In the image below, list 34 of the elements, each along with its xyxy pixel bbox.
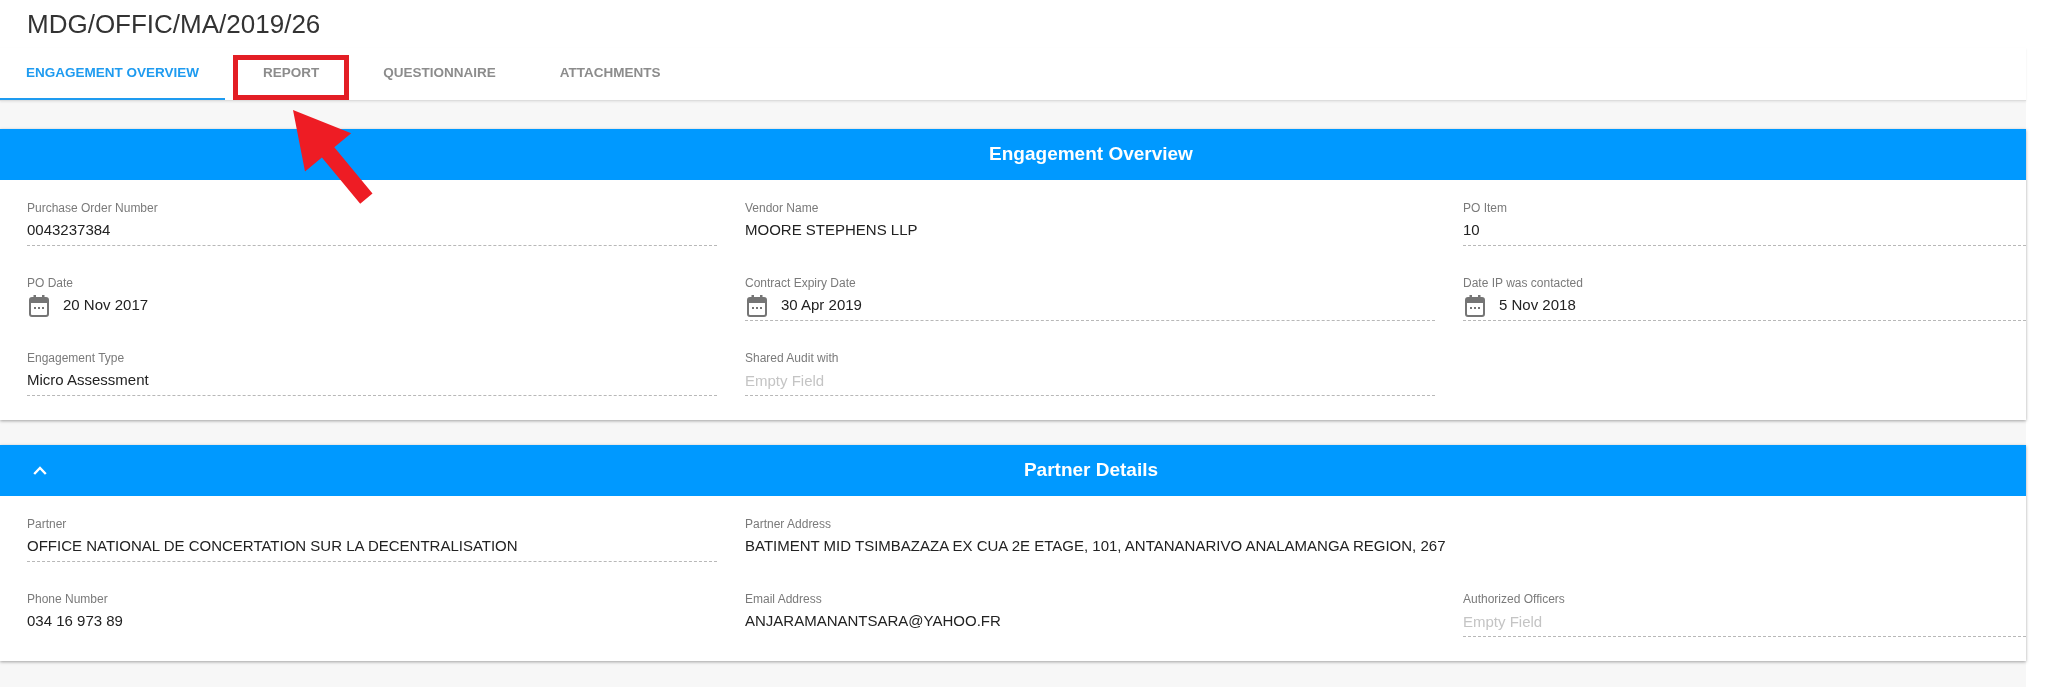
text-field[interactable]: OFFICE NATIONAL DE CONCERTATION SUR LA DECENTRALISATION — [27, 532, 717, 562]
field-label: Phone Number — [27, 591, 108, 607]
calendar-icon — [1465, 294, 1485, 317]
date-field[interactable]: 30 Apr 2019 — [745, 291, 1435, 321]
field-label: Partner — [27, 516, 67, 532]
text-field[interactable]: Micro Assessment — [27, 366, 717, 396]
calendar-icon — [747, 294, 767, 317]
field-label: PO Date — [27, 275, 74, 291]
section-title: Partner Details — [1023, 458, 1159, 483]
field-label: PO Item — [1463, 200, 1507, 216]
field-label: Email Address — [745, 591, 822, 607]
field-label: Shared Audit with — [745, 350, 839, 366]
field-label: Purchase Order Number — [27, 200, 158, 216]
text-field[interactable]: 0043237384 — [27, 216, 717, 246]
field-label: Contract Expiry Date — [745, 275, 856, 291]
page-title: MDG/OFFIC/MA/2019/26 — [27, 11, 321, 37]
field-label: Engagement Type — [27, 350, 125, 366]
field-value: ANJARAMANANTSARA@YAHOO.FR — [745, 611, 1001, 632]
field-label: Vendor Name — [745, 200, 819, 216]
calendar-icon — [29, 294, 49, 317]
section-title: Engagement Overview — [989, 142, 1193, 167]
field-label: Date IP was contacted — [1463, 275, 1583, 291]
arrow-icon — [293, 110, 374, 204]
field-value: MOORE STEPHENS LLP — [745, 220, 918, 241]
text-field[interactable]: Empty Field — [1463, 607, 2026, 637]
date-field[interactable]: 5 Nov 2018 — [1463, 291, 2026, 321]
chevron-up-icon[interactable] — [33, 466, 47, 475]
text-field[interactable]: 10 — [1463, 216, 2026, 246]
field-value: 034 16 973 89 — [27, 611, 123, 632]
field-label: Authorized Officers — [1463, 591, 1565, 607]
field-value: BATIMENT MID TSIMBAZAZA EX CUA 2E ETAGE, 101, ANTANANARIVO ANALAMANGA REGION, 267 — [745, 536, 1446, 557]
text-field[interactable]: Empty Field — [745, 366, 1435, 396]
field-label: Partner Address — [745, 516, 832, 532]
field-value: 20 Nov 2017 — [63, 295, 149, 316]
